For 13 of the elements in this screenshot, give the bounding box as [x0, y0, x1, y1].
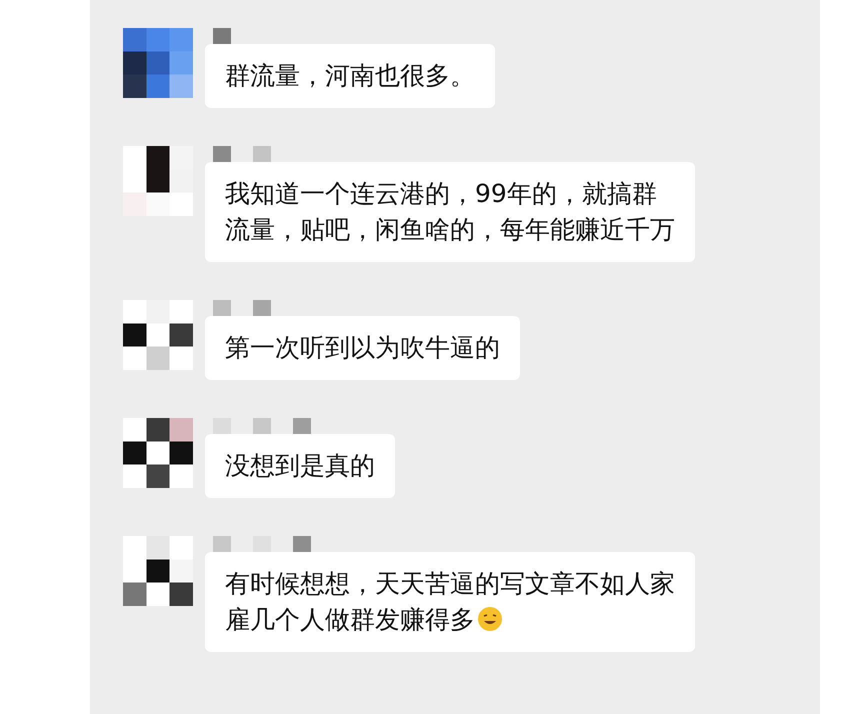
pixelated-name — [213, 146, 271, 162]
message-bubble: 第一次听到以为吹牛逼的 — [205, 316, 520, 380]
avatar-icon — [123, 418, 193, 488]
avatar-icon — [123, 28, 193, 98]
message-bubble: 群流量，河南也很多。 — [205, 44, 495, 108]
message-bubble: 我知道一个连云港的，99年的，就搞群流量，贴吧，闲鱼啥的，每年能赚近千万 — [205, 162, 695, 262]
pixelated-name — [213, 300, 271, 316]
message-bubble: 有时候想想，天天苦逼的写文章不如人家雇几个人做群发赚得多 — [205, 552, 695, 652]
pixelated-name — [213, 28, 231, 44]
avatar-icon — [123, 300, 193, 370]
avatar-icon — [123, 146, 193, 216]
message-bubble: 没想到是真的 — [205, 434, 395, 498]
avatar-icon — [123, 536, 193, 606]
